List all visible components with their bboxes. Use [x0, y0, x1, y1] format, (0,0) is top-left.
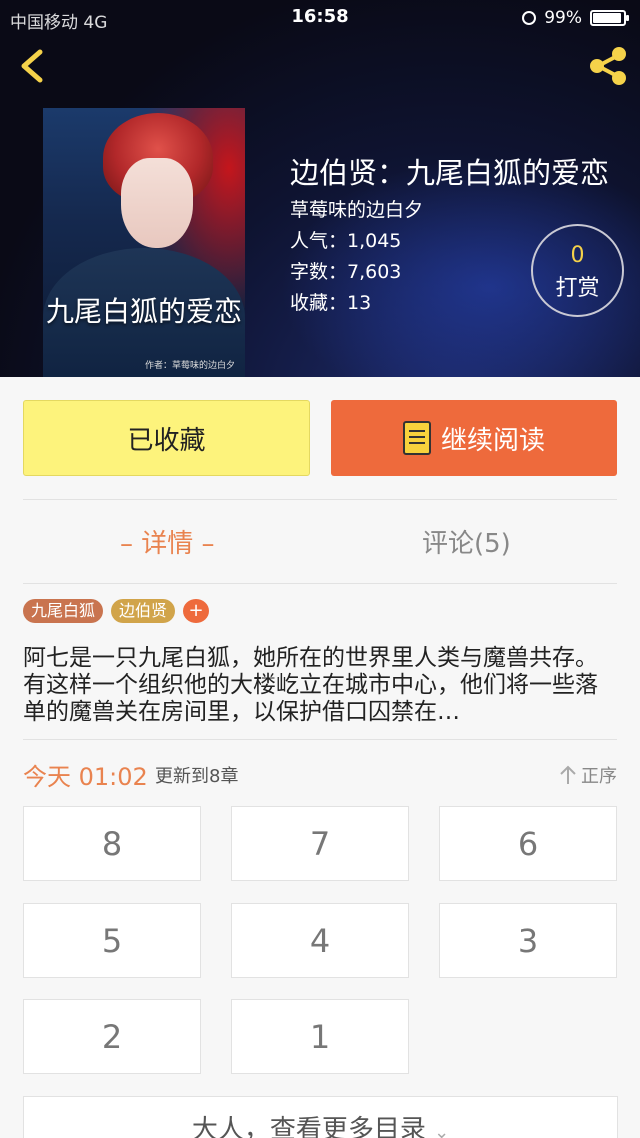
chapter-item[interactable]: 8 — [23, 806, 201, 881]
book-cover: 九尾白狐的爱恋 作者：草莓味的边白夕 — [43, 108, 245, 377]
cover-title: 九尾白狐的爱恋 — [45, 295, 242, 328]
rotation-lock-icon — [522, 11, 537, 25]
book-description[interactable]: 阿七是一只九尾白狐，她所在的世界里人类与魔兽共存。有这样一个组织他的大楼屹立在城… — [23, 645, 618, 726]
chevron-left-icon — [21, 49, 43, 83]
word-count-stat: 字数：7,603 — [290, 261, 402, 283]
chapter-item[interactable]: 2 — [23, 999, 201, 1074]
tab-comments[interactable]: 评论(5) — [422, 523, 511, 560]
update-info: 今天 01:02 更新到8章 正序 — [23, 757, 617, 791]
status-bar: 中国移动 4G 16:58 99% — [0, 0, 640, 36]
tag-bian-boxian[interactable]: 边伯贤 — [111, 599, 176, 623]
reward-button[interactable]: 0 打赏 — [531, 224, 624, 317]
arrow-up-icon — [560, 765, 576, 784]
more-catalog-label: 大人，查看更多目录 — [191, 1115, 426, 1138]
share-button[interactable] — [586, 44, 630, 88]
chapter-item[interactable]: 1 — [231, 999, 409, 1074]
tag-list: 九尾白狐 边伯贤 + — [23, 599, 210, 623]
popularity-stat: 人气：1,045 — [290, 230, 402, 252]
chapter-item[interactable]: 4 — [231, 903, 409, 978]
chapter-item[interactable]: 3 — [439, 903, 617, 978]
more-catalog-button[interactable]: 大人，查看更多目录 ⌄ — [23, 1096, 618, 1138]
sort-order-label: 正序 — [581, 766, 617, 787]
continue-reading-label: 继续阅读 — [440, 425, 545, 456]
divider — [23, 739, 617, 740]
chevron-down-icon: ⌄ — [434, 1122, 450, 1138]
back-button[interactable] — [14, 44, 54, 88]
battery-percent: 99% — [544, 8, 582, 28]
cover-author: 作者：草莓味的边白夕 — [144, 361, 235, 371]
continue-reading-button[interactable]: 继续阅读 — [331, 400, 617, 476]
share-icon — [590, 47, 626, 85]
divider — [23, 499, 617, 500]
reward-count: 0 — [570, 243, 585, 268]
favorites-stat: 收藏：13 — [290, 292, 372, 314]
chapter-item[interactable]: 6 — [439, 806, 617, 881]
add-tag-button[interactable]: + — [183, 599, 210, 623]
favorite-button[interactable]: 已收藏 — [23, 400, 310, 476]
chapter-item[interactable]: 5 — [23, 903, 201, 978]
tab-detail[interactable]: – 详情 – — [120, 523, 215, 560]
book-title: 边伯贤：九尾白狐的爱恋 — [290, 156, 610, 190]
reward-label: 打赏 — [555, 276, 600, 301]
sort-order-button[interactable]: 正序 — [559, 762, 617, 788]
book-header: 中国移动 4G 16:58 99% 九尾白狐的爱恋 作者：草莓味的边白夕 边伯贤… — [0, 0, 640, 377]
tag-jiuwei-baihu[interactable]: 九尾白狐 — [23, 599, 104, 623]
divider — [23, 583, 617, 584]
chapter-item[interactable]: 7 — [231, 806, 409, 881]
update-time: 今天 01:02 — [23, 763, 148, 791]
battery-icon — [590, 10, 629, 26]
book-details: 已收藏 继续阅读 – 详情 – 评论(5) 九尾白狐 边伯贤 + 阿七是一只九尾… — [0, 377, 640, 1138]
book-icon — [402, 421, 431, 455]
update-text: 更新到8章 — [155, 766, 239, 787]
book-author[interactable]: 草莓味的边白夕 — [290, 195, 423, 222]
